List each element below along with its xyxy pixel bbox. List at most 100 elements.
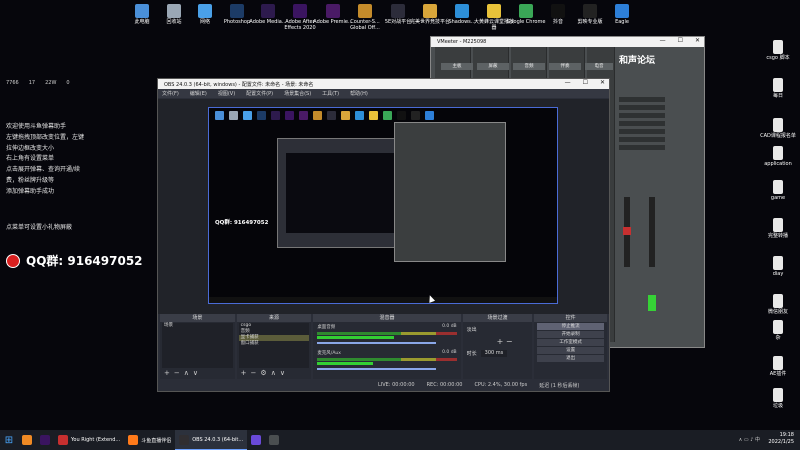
up-icon[interactable]: ∧	[271, 369, 276, 377]
shadowsocks-icon	[455, 4, 469, 18]
down-icon[interactable]: ∨	[193, 369, 198, 377]
remove-icon[interactable]: −	[251, 369, 257, 377]
help-line: 添加弹幕助手成功	[6, 187, 55, 195]
duration-row: 时长 300 ms	[467, 350, 508, 357]
maximize-button[interactable]: ☐	[678, 37, 683, 44]
menu-tools[interactable]: 工具(T)	[322, 90, 339, 97]
taskbar-app[interactable]	[36, 430, 54, 450]
desktop-icon[interactable]: 杂	[758, 320, 798, 342]
minimize-button[interactable]: —	[565, 79, 571, 86]
vm-tab[interactable]: 电音	[585, 63, 613, 70]
windows-start-icon[interactable]: ⊞	[0, 430, 18, 450]
obs-title-bar[interactable]: OBS 24.0.3 (64-bit, windows) - 配置文件: 未命名…	[158, 79, 609, 89]
desktop-icon[interactable]: 完整转播	[758, 218, 798, 240]
settings-button[interactable]: 设置	[537, 347, 604, 354]
desktop-icon[interactable]: diay	[758, 256, 798, 278]
desktop-icon[interactable]: AE插件	[758, 356, 798, 378]
add-icon[interactable]: +	[164, 369, 170, 377]
fader-track[interactable]	[649, 197, 655, 267]
help-line: 费，粉丝牌升级等	[6, 176, 55, 184]
sources-title: 来源	[236, 314, 312, 322]
desktop-icon[interactable]: 垃圾	[758, 388, 798, 410]
vm-tab[interactable]: 屏蔽	[477, 63, 509, 70]
vm-row	[619, 137, 665, 142]
audio-meter	[317, 332, 457, 335]
mixer-dock: 混音器 桌面音频 0.0 dB 麦克风/Aux 0.0 dB	[313, 314, 461, 379]
taskbar-app[interactable]	[18, 430, 36, 450]
menu-scene-collection[interactable]: 场景集合(S)	[284, 90, 311, 97]
desktop-icon-label: diay	[772, 271, 784, 277]
gear-icon[interactable]: ⚙	[260, 369, 266, 377]
up-icon[interactable]: ∧	[184, 369, 189, 377]
desktop-icon[interactable]: application	[758, 146, 798, 168]
add-icon[interactable]: + −	[497, 337, 513, 346]
stop-streaming-button[interactable]: 停止推流	[537, 323, 604, 330]
down-icon[interactable]: ∨	[280, 369, 285, 377]
desktop-icon[interactable]: game	[758, 180, 798, 202]
clock[interactable]: 19:18 2022/1/25	[768, 432, 794, 446]
desktop-icon[interactable]: CAD课程报名单	[758, 118, 798, 140]
menu-edit[interactable]: 编辑(E)	[190, 90, 207, 97]
maximize-button[interactable]: ☐	[583, 79, 588, 86]
source-item[interactable]: 窗口捕获	[239, 341, 310, 347]
taskbar-app[interactable]: You Right (Extend...	[54, 430, 124, 450]
vm-tab[interactable]: 主板	[441, 63, 473, 70]
menu-profile[interactable]: 配置文件(P)	[246, 90, 273, 97]
track-name: 桌面音频	[317, 325, 336, 330]
start-recording-button[interactable]: 开始录制	[537, 331, 604, 338]
scene-item[interactable]: 场景	[162, 323, 233, 329]
desktop-icon[interactable]: csgo 脚本	[758, 40, 798, 62]
vm-row	[619, 97, 665, 102]
obs-menu-bar: 文件(F) 编辑(E) 视图(V) 配置文件(P) 场景集合(S) 工具(T) …	[158, 89, 609, 98]
delay-status: 延迟 (1 秒后丢帧)	[539, 382, 580, 389]
preview-desktop-icon	[341, 111, 350, 120]
document-icon	[773, 356, 783, 370]
taskbar-app[interactable]	[247, 430, 265, 450]
system-tray[interactable]: ∧ ▭ ♪ 中	[739, 436, 760, 443]
document-icon	[773, 256, 783, 270]
voicemeeter-title-bar[interactable]: VMeeter - M225098 — ☐ ✕	[431, 37, 704, 47]
stream-preview[interactable]: QQ群: 916497052	[208, 107, 558, 304]
taskbar-app[interactable]	[265, 430, 283, 450]
after-effects-icon	[293, 4, 307, 18]
vm-tab[interactable]: 音频	[513, 63, 545, 70]
player-icon	[487, 4, 501, 18]
fader-knob[interactable]	[623, 227, 631, 235]
taskbar-app[interactable]: OBS 24.0.3 (64-bit...	[175, 430, 248, 450]
vm-tab[interactable]: 伴奏	[549, 63, 581, 70]
sources-dock: 来源 csgo 音频 显卡捕获 窗口捕获 + − ⚙ ∧ ∨	[236, 314, 312, 379]
desktop-icon[interactable]: 每日	[758, 78, 798, 100]
live-time: LIVE: 00:00:00	[378, 382, 415, 388]
eagle-icon	[615, 4, 629, 18]
controls-dock: 控件 停止推流 开始录制 工作室模式 设置 退出	[534, 314, 607, 379]
obs-title: OBS 24.0.3 (64-bit, windows) - 配置文件: 未命名…	[164, 81, 314, 88]
csgo-icon	[358, 4, 372, 18]
volume-slider[interactable]	[317, 342, 436, 344]
minimize-button[interactable]: —	[660, 37, 666, 44]
menu-help[interactable]: 帮助(H)	[350, 90, 368, 97]
close-button[interactable]: ✕	[695, 37, 700, 44]
danmaku-stats: 7766 17 22W 0	[6, 80, 70, 86]
app-icon	[251, 435, 262, 445]
studio-mode-button[interactable]: 工作室模式	[537, 339, 604, 346]
scenes-title: 场景	[160, 314, 235, 322]
add-icon[interactable]: +	[241, 369, 247, 377]
menu-file[interactable]: 文件(F)	[162, 90, 179, 97]
volume-slider[interactable]	[317, 368, 436, 370]
desktop-icon[interactable]: 微信朋友	[758, 294, 798, 316]
exit-button[interactable]: 退出	[537, 355, 604, 362]
transition-type[interactable]: 淡出	[467, 326, 477, 333]
document-icon	[773, 320, 783, 334]
danmaku-help-text: 欢迎使用斗鱼弹幕助手 左键拖拽顶部改变位置，左键 拉伸边框改变大小 右上角有设置…	[6, 122, 84, 198]
desktop-icon[interactable]: Eagle	[602, 4, 642, 26]
obs-window[interactable]: OBS 24.0.3 (64-bit, windows) - 配置文件: 未命名…	[157, 78, 610, 392]
computer-icon	[135, 4, 149, 18]
app-icon	[269, 435, 280, 445]
help-line: 欢迎使用斗鱼弹幕助手	[6, 123, 67, 130]
remove-icon[interactable]: −	[174, 369, 180, 377]
menu-view[interactable]: 视图(V)	[218, 90, 235, 97]
close-button[interactable]: ✕	[600, 79, 605, 86]
duration-input[interactable]: 300 ms	[480, 350, 508, 357]
scenes-list: 场景	[162, 323, 233, 368]
taskbar-app[interactable]: 斗鱼直播伴侣	[124, 430, 175, 450]
